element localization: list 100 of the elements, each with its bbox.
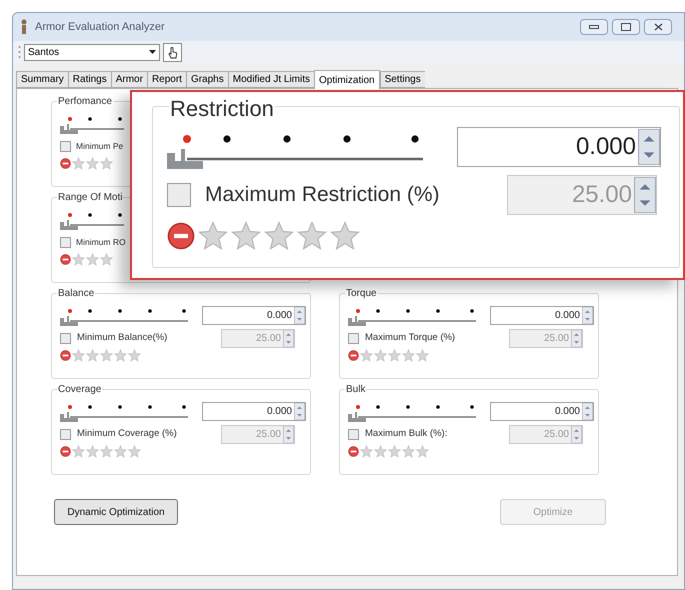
tab[interactable]: Settings [380,71,425,88]
slider-track [70,117,124,130]
star-rating[interactable] [360,349,429,362]
spin-arrows-icon[interactable] [634,177,656,213]
tab[interactable]: Summary [16,71,68,88]
star-icon [72,445,85,458]
minimize-icon [589,25,599,29]
slider-track [70,213,124,226]
slider-thumb[interactable] [348,405,366,422]
checkbox-label: Maximum Torque (%) [365,330,456,345]
maximize-button[interactable] [612,19,640,35]
star-icon [264,221,294,251]
star-icon [416,349,429,362]
dropdown-arrow-icon [149,50,156,54]
star-icon [231,221,261,251]
star-rating[interactable] [72,445,141,458]
tab[interactable]: Optimization [314,70,380,89]
tab[interactable]: Graphs [186,71,228,88]
star-icon [388,349,401,362]
checkbox-label: Minimum RO [76,236,126,248]
value-spinbox[interactable]: 0.000 [490,402,594,420]
star-icon [128,445,141,458]
checkbox[interactable] [348,332,359,344]
star-icon [402,349,415,362]
star-icon [360,349,373,362]
star-icon [374,445,387,458]
tab[interactable]: Armor [110,71,147,88]
checkbox-label: Maximum Restriction (%) [205,182,441,208]
remove-icon[interactable] [348,446,359,457]
profile-dropdown[interactable]: Santos [24,44,160,60]
spin-arrows-icon[interactable] [638,129,660,165]
star-rating[interactable] [360,445,429,458]
slider-thumb[interactable] [60,213,78,230]
app-icon [19,19,29,35]
star-icon [86,445,99,458]
hand-button[interactable] [163,42,182,62]
slider-thumb[interactable] [348,309,366,326]
star-rating[interactable] [72,157,113,170]
close-icon [654,23,662,31]
star-icon [72,157,85,170]
slider-thumb[interactable] [60,405,78,422]
checkbox[interactable] [167,183,191,207]
star-icon [402,445,415,458]
star-rating[interactable] [72,349,141,362]
tab[interactable]: Ratings [68,71,111,88]
maximize-icon [621,23,631,31]
slider-thumb[interactable] [167,135,203,169]
checkbox[interactable] [60,236,71,248]
star-rating[interactable] [198,221,360,251]
checkbox-label: Minimum Balance(%) [77,330,168,345]
window-title: Armor Evaluation Analyzer [35,20,165,35]
star-icon [86,253,99,266]
star-icon [100,157,113,170]
tab[interactable]: Report [146,71,186,88]
star-rating[interactable] [72,253,113,266]
star-icon [100,445,113,458]
remove-icon[interactable] [348,350,359,361]
star-icon [416,445,429,458]
star-icon [388,445,401,458]
checkbox[interactable] [60,332,71,344]
star-icon [100,253,113,266]
value-spinbox[interactable]: 0.000 [457,127,661,167]
checkbox-label: Minimum Pe [76,140,124,152]
star-icon [128,349,141,362]
star-icon [86,157,99,170]
star-icon [374,349,387,362]
button[interactable]: Dynamic Optimization [54,499,178,525]
slider-thumb[interactable] [60,309,78,326]
remove-icon[interactable] [60,254,71,265]
value-spinbox[interactable]: 0.000 [202,402,306,420]
star-icon [198,221,228,251]
star-icon [86,349,99,362]
grip-icon [18,45,21,59]
tab[interactable]: Modified Jt Limits [228,71,314,88]
star-icon [114,445,127,458]
star-icon [72,253,85,266]
star-icon [72,349,85,362]
checkbox[interactable] [60,428,71,440]
value-spinbox[interactable]: 0.000 [490,306,594,324]
checkbox-label: Minimum Coverage (%) [77,426,178,441]
hand-icon [167,46,178,58]
group-title: Coverage [57,382,102,397]
value-spinbox[interactable]: 0.000 [202,306,306,324]
slider-thumb[interactable] [60,117,78,134]
remove-icon[interactable] [60,446,71,457]
star-icon [114,349,127,362]
checkbox-label: Maximum Bulk (%): [365,426,448,441]
star-icon [360,445,373,458]
checkbox[interactable] [348,428,359,440]
remove-icon[interactable] [60,158,71,169]
star-icon [330,221,360,251]
remove-icon[interactable] [167,222,195,250]
star-icon [100,349,113,362]
close-button[interactable] [644,19,672,35]
group-title: Range Of Moti [57,190,124,205]
star-icon [297,221,327,251]
group-title: Torque [345,286,378,301]
remove-icon[interactable] [60,350,71,361]
checkbox[interactable] [60,140,71,152]
minimize-button[interactable] [580,19,608,35]
